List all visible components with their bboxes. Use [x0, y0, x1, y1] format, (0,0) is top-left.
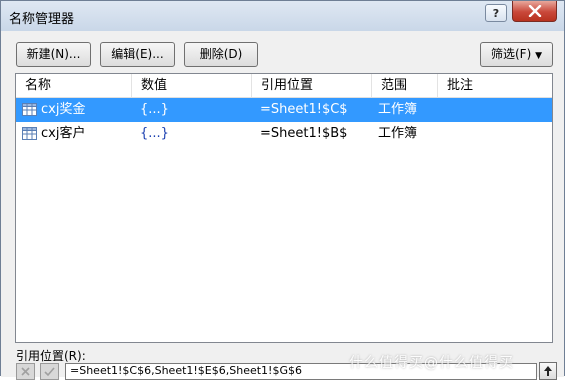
cancel-edit-button[interactable] [16, 363, 35, 380]
row-name: cxj奖金 [41, 102, 86, 117]
column-header-name[interactable]: 名称 [16, 74, 132, 97]
help-button[interactable]: ? [485, 4, 507, 22]
close-button[interactable] [512, 1, 557, 22]
help-icon: ? [492, 7, 500, 20]
filter-button[interactable]: 筛选(F) ▼ [480, 42, 553, 67]
close-icon [528, 5, 542, 17]
edit-button[interactable]: 编辑(E)... [100, 42, 175, 67]
row-reference: =Sheet1!$C$ [260, 102, 348, 117]
row-name: cxj客户 [41, 126, 86, 141]
dropdown-arrow-icon: ▼ [535, 51, 543, 61]
row-comment [446, 98, 546, 122]
filter-label: 筛选(F) [490, 47, 532, 61]
delete-button[interactable]: 删除(D) [184, 42, 258, 67]
collapse-icon [544, 366, 552, 376]
cancel-icon [21, 367, 30, 376]
name-manager-dialog: 名称管理器 ? 新建(N)... 编辑(E)... 删除(D) 筛选(F) ▼ … [0, 0, 565, 380]
column-header-comment[interactable]: 批注 [438, 74, 552, 97]
title-bar: 名称管理器 ? [1, 1, 564, 31]
list-header: 名称 数值 引用位置 范围 批注 [16, 74, 552, 98]
defined-name-icon [22, 103, 37, 116]
row-reference: =Sheet1!$B$ [260, 126, 348, 141]
names-list[interactable]: 名称 数值 引用位置 范围 批注 cxj奖金 {...} =Sheet1!$C$… [15, 73, 553, 343]
row-value: {...} [140, 126, 169, 141]
row-comment [446, 122, 546, 146]
new-button[interactable]: 新建(N)... [16, 42, 91, 67]
column-header-scope[interactable]: 范围 [372, 74, 438, 97]
confirm-edit-button[interactable] [40, 363, 59, 380]
collapse-dialog-button[interactable] [539, 362, 557, 380]
watermark: 什么值得买@什么值得买 [349, 355, 514, 371]
row-scope: 工作簿 [378, 126, 418, 141]
reference-label: 引用位置(R): [16, 349, 86, 363]
list-row[interactable]: cxj奖金 {...} =Sheet1!$C$ 工作簿 [16, 98, 552, 122]
row-value: {...} [140, 102, 169, 117]
list-row[interactable]: cxj客户 {...} =Sheet1!$B$ 工作簿 [16, 122, 552, 146]
column-header-reference[interactable]: 引用位置 [252, 74, 372, 97]
column-header-value[interactable]: 数值 [132, 74, 252, 97]
row-scope: 工作簿 [378, 102, 418, 117]
dialog-title: 名称管理器 [9, 12, 75, 27]
check-icon [44, 367, 55, 377]
defined-name-icon [22, 127, 37, 140]
